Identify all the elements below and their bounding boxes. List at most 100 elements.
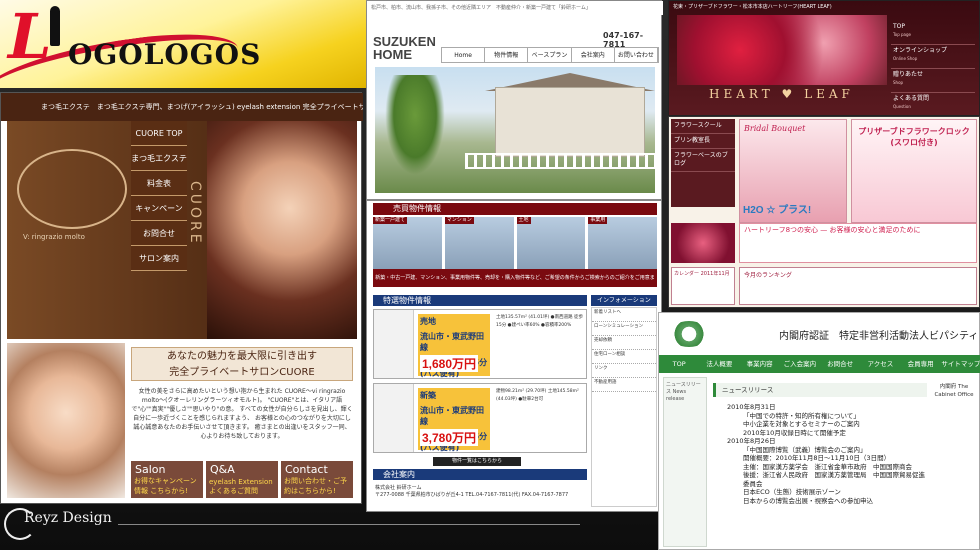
side-link[interactable]: リンク <box>592 364 656 378</box>
side-link[interactable]: ローンシミュレーション <box>592 322 656 336</box>
property-area: 流山市・東武野田線 <box>420 332 484 352</box>
side-link[interactable]: 新着リストへ <box>592 308 656 322</box>
property-item[interactable]: 売地 流山市・東武野田線 「柏」駅徒歩15分(バス便有) 1,680万円 土地1… <box>373 309 587 379</box>
suzuken-nav-home[interactable]: Home <box>442 48 486 62</box>
news-header: ニュースリリース <box>713 383 927 397</box>
property-item[interactable]: 新築 流山市・東武野田線 「柏」駅徒歩15分(バス便有) 3,780万円 建物9… <box>373 383 587 453</box>
side-link[interactable]: 不動産用語 <box>592 378 656 392</box>
suzuken-nav-company[interactable]: 会社案内 <box>572 48 615 62</box>
heartleaf-content-screenshot: フラワースクール プリン教室長 フラワーベースのブログ Bridal Bouqu… <box>668 116 980 308</box>
tree-graphic <box>385 75 445 175</box>
property-area: 流山市・東武野田線 <box>420 406 484 426</box>
suzuken-nav-properties[interactable]: 物件情報 <box>485 48 529 62</box>
company-name: 株式会社 鈴研ホーム <box>375 485 422 491</box>
info-header: インフォメーション <box>591 295 657 306</box>
side-link[interactable]: 住宅ローン相談 <box>592 350 656 364</box>
sales-header: 売買物件情報 <box>373 203 657 215</box>
search-bar-text: 新築・中古一戸建、マンション、事業用物件等、売却を・購入物件等など、ご希望の条件… <box>373 269 657 299</box>
cuore-hero-banner: V: ringrazio molto CUORE TOP まつ毛エクステ 料金表… <box>7 121 357 339</box>
tile-contact[interactable]: Contact お問い合わせ・ご予約はこちらから! <box>281 461 353 498</box>
hl-left-item[interactable]: フラワースクール <box>671 119 735 134</box>
realestate-listing-screenshot: 売買物件情報 新築一戸建て マンション 土地 事業用 新築・中古一戸建、マンショ… <box>366 200 662 512</box>
cuore-nav-contact[interactable]: お問合せ <box>131 221 187 246</box>
property-kind: 売地 <box>420 317 436 326</box>
hl-nav-sub: Question <box>893 104 911 109</box>
heartleaf-top-text: 花束・プリザーブドフラワー・松本市本店ハートリーフ(HEART LEAF) <box>673 4 832 10</box>
hl-left-item[interactable]: フラワーベースのブログ <box>671 149 735 172</box>
logologos-banner: L OGOLOGOS <box>0 0 366 88</box>
news-line[interactable]: 「中国での特許・知的所有権について」 <box>713 412 927 421</box>
cuore-nav-salon[interactable]: サロン案内 <box>131 246 187 271</box>
hl-nav-gift[interactable]: 贈りあたせ Shop <box>891 69 975 93</box>
cuore-headline-line2: 完全プライベートサロンCUORE <box>169 367 315 378</box>
thumb-land[interactable]: 土地 <box>516 217 586 269</box>
footer-rule <box>118 524 580 525</box>
bq-title: Bridal Bouquet <box>744 124 806 133</box>
thumb-business[interactable]: 事業用 <box>588 217 657 269</box>
side-link[interactable]: 売却依頼 <box>592 336 656 350</box>
property-kind: 新築 <box>420 391 436 400</box>
bp-nav-business[interactable]: 事業内容 <box>740 355 780 373</box>
floor-plan-image <box>374 310 414 378</box>
h2o-plus-banner[interactable]: H2O ☆ プラス! <box>739 201 847 221</box>
suzuken-top-bar: 松戸市、柏市、流山市、我孫子市、その他近隣エリア 不動産仲介・新築一戸建て「鈴研… <box>367 1 663 15</box>
heartleaf-brand: HEART ♥ LEAF <box>709 87 854 101</box>
hl-nav-label: よくある質問 <box>893 95 930 102</box>
cuore-nav-top[interactable]: CUORE TOP <box>131 121 187 146</box>
more-properties-button[interactable]: 物件一覧はこちらから <box>433 457 521 466</box>
tile-salon[interactable]: Salon お得なキャンペーン情報 こちらから! <box>131 461 203 498</box>
hl-assurance-box: ハートリーフ8つの安心 — お客様の安心と満足のために <box>739 223 977 263</box>
cabinet-office-badge[interactable]: 内閣府 The Cabinet Office <box>931 377 977 413</box>
hl-nav-faq[interactable]: よくある質問 Question <box>891 93 975 117</box>
hl-nav-shop[interactable]: オンラインショップ Online Shop <box>891 45 975 69</box>
tile-title: Contact <box>285 463 328 476</box>
news-line: 2010年8月26日 <box>727 437 776 445</box>
bp-nav-contact[interactable]: お問合せ <box>820 355 860 373</box>
thumb-label: マンション <box>444 217 474 224</box>
bp-nav-members[interactable]: 会員専用 <box>901 355 941 373</box>
news-line[interactable]: 「中国国際博覧（武義）博覧会のご案内」 <box>713 446 927 455</box>
house-photo <box>375 67 655 193</box>
flower-clock-banner[interactable]: プリザーブドフラワークロック(スワロ付き) <box>851 119 977 223</box>
tile-title: Q&A <box>210 463 235 476</box>
suzuken-nav: Home 物件情報 ベースプラン 会社案内 お問い合わせ <box>441 47 659 63</box>
news-line: 委員会 <box>743 479 763 488</box>
bp-nav-access[interactable]: アクセス <box>860 355 900 373</box>
hl-nav-label: TOP <box>893 23 906 30</box>
cuore-vertical-text: CUORE <box>187 181 203 246</box>
company-info: 株式会社 鈴研ホーム 〒277-0088 千葉県柏市ひばりが丘4-1 TEL.0… <box>373 482 587 510</box>
flowers-photo <box>677 15 887 85</box>
bp-nav-join[interactable]: ご入会案内 <box>780 355 820 373</box>
hl-nav-label: 贈りあたせ <box>893 71 924 78</box>
reyz-wordmark: Reyz Design <box>24 510 112 526</box>
thumb-mansion[interactable]: マンション <box>444 217 514 269</box>
cuore-nav-campaign[interactable]: キャンペーン <box>131 196 187 221</box>
cuore-nav-eyelash[interactable]: まつ毛エクステ <box>131 146 187 171</box>
suzuken-nav-contact[interactable]: お問い合わせ <box>615 48 659 62</box>
hl-nav-top[interactable]: TOP Top page <box>891 21 975 45</box>
suzuken-logo: SUZUKEN HOME <box>373 35 436 61</box>
news-line: 2010年8月31日 <box>727 403 776 411</box>
hl-left-item[interactable]: プリン教室長 <box>671 134 735 149</box>
suzuken-site-screenshot: 松戸市、柏市、流山市、我孫子市、その他近隣エリア 不動産仲介・新築一戸建て「鈴研… <box>366 0 663 200</box>
tile-sub: お得なキャンペーン情報 こちらから! <box>134 477 197 495</box>
bp-nav-sitemap[interactable]: サイトマップ <box>941 355 980 373</box>
property-spec: 土地135.57m² (41.01坪) ●南西道路 徒歩15分 ●建ぺい率60%… <box>496 315 584 328</box>
bp-left-column: ニュースリリース News release <box>663 377 707 547</box>
bp-nav-about[interactable]: 法人概要 <box>699 355 739 373</box>
suzuken-nav-plan[interactable]: ベースプラン <box>528 48 572 62</box>
special-header: 特選物件情報 <box>373 295 587 306</box>
company-address: 〒277-0088 千葉県柏市ひばりが丘4-1 TEL.04-7167-7811… <box>375 492 569 498</box>
property-badge: 新築 流山市・東武野田線 「柏」駅徒歩15分(バス便有) 3,780万円 <box>418 388 490 452</box>
heartleaf-header-screenshot: 花束・プリザーブドフラワー・松本市本店ハートリーフ(HEART LEAF) HE… <box>668 0 980 117</box>
hl-nav-sub: Shop <box>893 80 904 85</box>
cuore-nav-price[interactable]: 料金表 <box>131 171 187 196</box>
bipacity-title: 内閣府認証 特定非営利活動法人ビパシティ <box>779 331 979 342</box>
bp-nav-top[interactable]: TOP <box>659 355 699 373</box>
tile-qa[interactable]: Q&A eyelash Extension よくあるご質問 <box>206 461 278 498</box>
hl-nav-sub: Online Shop <box>893 56 918 61</box>
thumb-house[interactable]: 新築一戸建て <box>373 217 442 269</box>
cuore-content: あなたの魅力を最大限に引き出す 完全プライベートサロンCUORE 女性の美をさら… <box>7 343 357 498</box>
video-thumbnail[interactable] <box>671 223 735 263</box>
smiling-woman-photo <box>7 343 125 498</box>
